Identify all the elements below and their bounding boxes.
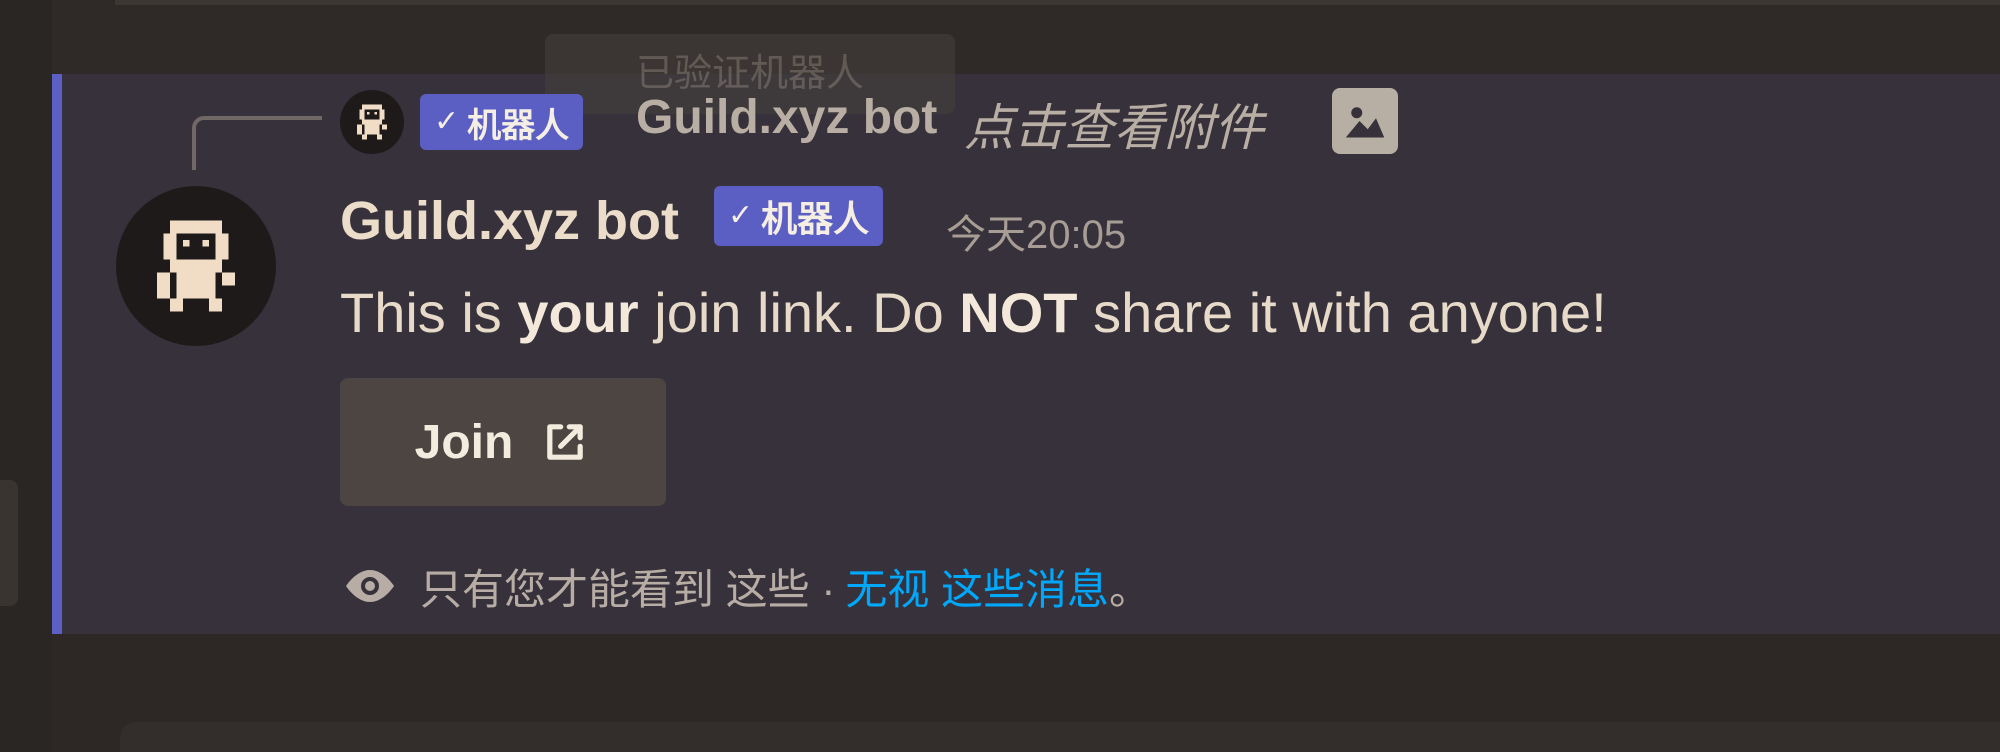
previous-message-area (52, 0, 2000, 74)
message-text-part: join link. Do (638, 281, 960, 344)
author-avatar[interactable] (116, 186, 276, 346)
message-emphasis: your (517, 281, 639, 344)
message-text-part: This is (340, 281, 518, 344)
message-input-top-edge[interactable] (120, 722, 2000, 752)
ephemeral-text: 只有您才能看到 这些 · (420, 565, 836, 613)
left-gutter (0, 0, 52, 752)
reply-attachment-link[interactable]: 点击查看附件 (964, 88, 1264, 160)
message-emphasis: NOT (959, 281, 1078, 344)
robot-avatar-icon (157, 220, 235, 312)
join-button[interactable]: Join (340, 378, 666, 506)
reply-bot-tag: 机器人 (467, 105, 570, 146)
reply-author-name[interactable]: Guild.xyz bot (636, 90, 937, 145)
message-content: This is your join link. Do NOT share it … (340, 280, 1607, 345)
join-label: Join (414, 415, 514, 469)
reply-avatar[interactable] (340, 90, 404, 154)
ephemeral-notice: 只有您才能看到 这些 · 无视 这些消息 。 (340, 558, 1151, 614)
scroll-tab[interactable] (0, 480, 18, 606)
author-name[interactable]: Guild.xyz bot (340, 190, 679, 252)
external-link-icon (547, 424, 584, 460)
verified-check-icon: ✓ (434, 104, 460, 139)
reply-spine (192, 116, 322, 170)
message-text-part: share it with anyone! (1077, 281, 1607, 344)
dismiss-message-link[interactable]: 无视 这些消息 (845, 556, 1109, 617)
verified-check-icon: ✓ (728, 198, 754, 233)
message-timestamp[interactable]: 今天20:05 (946, 202, 1126, 260)
eye-icon (346, 570, 394, 602)
ephemeral-ending: 。 (1109, 565, 1152, 613)
image-icon (1332, 88, 1398, 154)
author-bot-badge: ✓ 机器人 (714, 186, 884, 246)
robot-avatar-icon (357, 104, 387, 140)
top-divider (115, 0, 2000, 5)
author-bot-tag: 机器人 (761, 199, 870, 240)
reply-bot-badge: ✓ 机器人 (420, 94, 584, 150)
